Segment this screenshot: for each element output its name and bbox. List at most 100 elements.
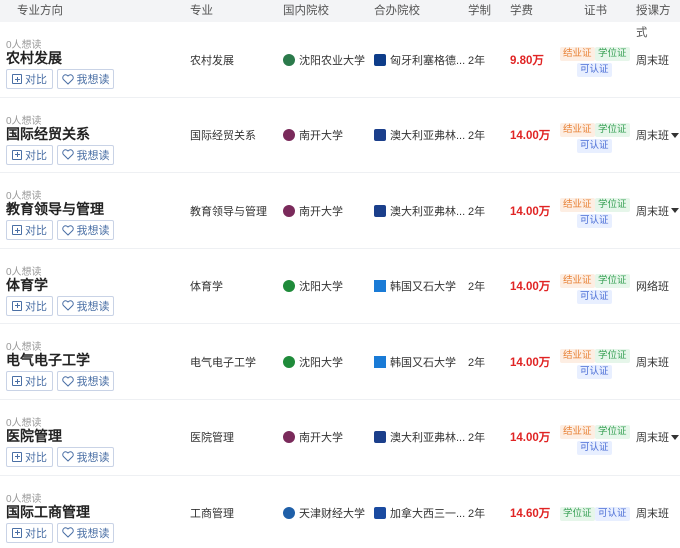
cert-tag-graduation: 结业证 (560, 349, 595, 364)
add-box-icon (12, 376, 22, 387)
school-logo-icon (283, 431, 295, 444)
teaching-mode[interactable]: 周末班 (636, 98, 679, 173)
header-direction: 专业方向 (17, 5, 63, 17)
cert-tag-graduation: 结业证 (560, 198, 595, 213)
domestic-school[interactable]: 沈阳大学 (283, 324, 343, 399)
add-box-icon (12, 225, 22, 236)
teaching-mode[interactable]: 周末班 (636, 173, 679, 248)
want-button[interactable]: 我想读 (57, 295, 114, 316)
major-name: 体育学 (190, 281, 223, 294)
domestic-school[interactable]: 南开大学 (283, 400, 343, 475)
school-logo-icon (283, 355, 295, 368)
domestic-school[interactable]: 沈阳大学 (283, 249, 343, 324)
school-logo-icon (283, 280, 295, 293)
teaching-mode[interactable]: 周末班 (636, 400, 679, 475)
major-name: 医院管理 (190, 432, 234, 445)
direction-title[interactable]: 医院管理 (6, 426, 62, 446)
domestic-school[interactable]: 南开大学 (283, 98, 343, 173)
cert-tag-graduation: 结业证 (560, 122, 595, 137)
direction-title[interactable]: 教育领导与管理 (6, 199, 104, 219)
table-row: 0人想读 电气电子工学 对比 我想读 电气电子工学 沈阳大学 韩国又石大学 2年… (0, 324, 680, 400)
teaching-mode-label: 周末班 (636, 508, 669, 521)
direction-title[interactable]: 国际工商管理 (6, 502, 90, 522)
cert-tag-degree: 学位证 (595, 47, 630, 61)
major-name: 教育领导与管理 (190, 205, 267, 218)
domestic-school[interactable]: 沈阳农业大学 (283, 22, 365, 97)
compare-button[interactable]: 对比 (6, 69, 53, 89)
compare-label: 对比 (25, 149, 47, 162)
partner-school[interactable]: 韩国又石大学 (374, 249, 456, 324)
want-button[interactable]: 我想读 (57, 144, 114, 165)
partner-school[interactable]: 匈牙利塞格德... (374, 22, 465, 97)
direction-title[interactable]: 国际经贸关系 (6, 124, 90, 144)
compare-button[interactable]: 对比 (6, 446, 53, 467)
compare-button[interactable]: 对比 (6, 371, 53, 392)
cert-tags: 结业证 学位证 可认证 (560, 173, 630, 248)
compare-label: 对比 (25, 451, 47, 464)
table-row: 0人想读 医院管理 对比 我想读 医院管理 南开大学 澳大利亚弗林... 2年 … (0, 400, 680, 476)
header-mode: 授课方式 (636, 5, 671, 39)
heart-icon (61, 376, 74, 387)
cert-tags: 结业证 学位证 可认证 (560, 22, 630, 97)
tuition-fee: 14.00万 (510, 281, 551, 294)
cert-tag-verify: 可认证 (595, 506, 630, 521)
domestic-school[interactable]: 南开大学 (283, 173, 343, 248)
heart-icon (61, 451, 74, 463)
header-fee: 学费 (510, 5, 533, 17)
heart-icon (61, 300, 74, 311)
school-logo-icon (374, 53, 386, 66)
compare-button[interactable]: 对比 (6, 295, 53, 316)
partner-school-name: 匈牙利塞格德... (390, 54, 466, 67)
heart-icon (61, 73, 74, 85)
want-button[interactable]: 我想读 (57, 446, 114, 467)
caret-down-icon (671, 434, 679, 440)
compare-button[interactable]: 对比 (6, 220, 53, 241)
compare-label: 对比 (25, 225, 47, 238)
major-name: 工商管理 (190, 508, 234, 521)
duration: 2年 (468, 130, 486, 143)
cert-tag-degree: 学位证 (595, 122, 630, 137)
want-button[interactable]: 我想读 (57, 220, 114, 241)
partner-school[interactable]: 加拿大西三一... (374, 476, 465, 548)
want-button[interactable]: 我想读 (57, 522, 114, 543)
cert-tag-verify: 可认证 (577, 63, 612, 77)
major-name: 农村发展 (190, 54, 234, 67)
partner-school[interactable]: 澳大利亚弗林... (374, 173, 465, 248)
cert-tag-degree: 学位证 (595, 198, 630, 213)
teaching-mode-label: 周末班 (636, 205, 669, 218)
compare-button[interactable]: 对比 (6, 522, 53, 543)
header-certs: 证书 (584, 5, 607, 17)
add-box-icon (12, 300, 22, 311)
cert-tags: 结业证 学位证 可认证 (560, 249, 630, 324)
cert-tag-degree: 学位证 (595, 424, 630, 439)
domestic-school[interactable]: 天津财经大学 (283, 476, 365, 548)
program-table: 专业方向 专业 国内院校 合办院校 学制 学费 证书 授课方式 0人想读 农村发… (0, 0, 680, 548)
add-box-icon (12, 527, 22, 538)
partner-school-name: 韩国又石大学 (390, 356, 456, 369)
want-button[interactable]: 我想读 (57, 69, 114, 89)
duration: 2年 (468, 205, 486, 218)
compare-label: 对比 (25, 74, 47, 86)
partner-school[interactable]: 澳大利亚弗林... (374, 98, 465, 173)
add-box-icon (12, 74, 22, 84)
tuition-fee: 14.00万 (510, 205, 551, 218)
partner-school[interactable]: 澳大利亚弗林... (374, 400, 465, 475)
partner-school[interactable]: 韩国又石大学 (374, 324, 456, 399)
direction-title[interactable]: 农村发展 (6, 48, 62, 68)
teaching-mode-label: 网络班 (636, 281, 669, 294)
table-row: 0人想读 农村发展 对比 我想读 农村发展 沈阳农业大学 匈牙利塞格德... 2… (0, 22, 680, 98)
school-logo-icon (374, 129, 386, 142)
direction-title[interactable]: 体育学 (6, 275, 48, 295)
domestic-school-name: 沈阳大学 (299, 281, 343, 294)
add-box-icon (12, 149, 22, 160)
cert-tags: 结业证 学位证 可认证 (560, 98, 630, 173)
want-label: 我想读 (76, 300, 110, 313)
heart-icon (61, 149, 74, 160)
tuition-fee: 14.60万 (510, 508, 551, 521)
want-button[interactable]: 我想读 (57, 371, 114, 392)
heart-icon (61, 527, 74, 538)
direction-title[interactable]: 电气电子工学 (6, 350, 90, 370)
compare-button[interactable]: 对比 (6, 144, 53, 165)
caret-down-icon (671, 132, 679, 138)
school-logo-icon (374, 355, 386, 368)
